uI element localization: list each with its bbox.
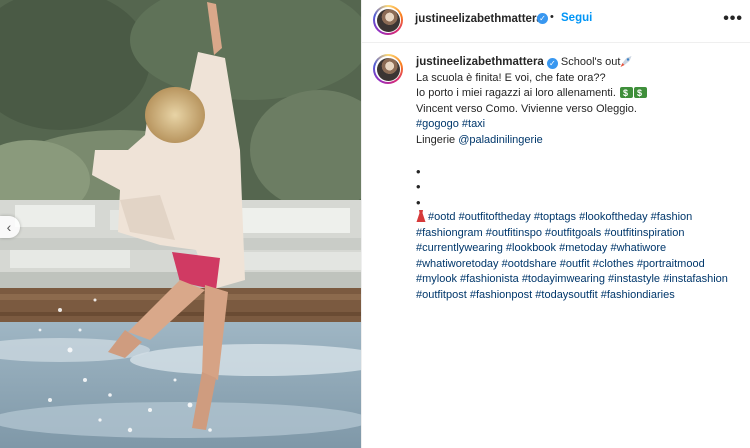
verified-badge-icon: ✓: [537, 13, 548, 24]
caption-line-4: Vincent verso Como. Vivienne verso Olegg…: [416, 102, 637, 115]
lingerie-label: Lingerie: [416, 133, 456, 146]
hashtag-link[interactable]: #instastyle: [608, 273, 660, 285]
hashtag-link[interactable]: #fashion: [651, 211, 693, 223]
hashtag-link[interactable]: #gogogo: [416, 118, 459, 130]
caption-username[interactable]: justineelizabethmattera: [416, 56, 544, 68]
hashtag-link[interactable]: #fashiongram: [416, 227, 483, 239]
hashtag-link[interactable]: #fashiondiaries: [601, 289, 675, 301]
post-header: justineelizabethmattera ✓ • Segui •••: [362, 0, 750, 43]
bullet-dot: •: [416, 179, 421, 194]
rocket-emoji: [620, 56, 632, 67]
hashtag-link[interactable]: #lookbook: [506, 242, 556, 254]
caption-line-1: School's out: [560, 56, 621, 68]
hashtag-link[interactable]: #fashionpost: [470, 289, 532, 301]
hashtag-link[interactable]: #outfitpost: [416, 289, 467, 301]
bullet-dot: •: [416, 163, 421, 179]
hashtag-link[interactable]: #portraitmood: [637, 258, 705, 270]
hashtag-link[interactable]: #todaysoutfit: [535, 289, 597, 301]
hashtag-link[interactable]: #whatiworetoday: [416, 258, 499, 270]
hashtag-link[interactable]: #taxi: [462, 118, 485, 130]
header-username[interactable]: justineelizabethmattera: [415, 13, 543, 25]
hashtag-link[interactable]: #outfitoftheday: [459, 211, 531, 223]
post-photo[interactable]: ‹: [0, 0, 361, 448]
money-emoji: [620, 86, 633, 102]
mention-link[interactable]: @paladinilingerie: [458, 134, 543, 146]
hashtag-link[interactable]: #outfitgoals: [545, 227, 601, 239]
caption-line-2: La scuola è finita! E voi, che fate ora?…: [416, 71, 606, 84]
verified-badge-icon: ✓: [546, 58, 558, 69]
spacer-line: [416, 148, 746, 164]
bullet-dot: •: [416, 194, 421, 210]
hashtag-link[interactable]: #outfitinspiration: [604, 227, 684, 239]
hashtag-link[interactable]: #outfitinspo: [486, 227, 542, 239]
hashtag-link[interactable]: #todayimwearing: [522, 273, 605, 285]
hashtag-link[interactable]: #clothes: [593, 258, 634, 270]
avatar[interactable]: [373, 5, 403, 35]
hashtag-link[interactable]: #instafashion: [663, 273, 728, 285]
hashtag-link[interactable]: #ootdshare: [502, 258, 557, 270]
caption-avatar[interactable]: [373, 54, 403, 84]
chevron-left-icon: ‹: [6, 219, 12, 235]
post-side-panel: justineelizabethmattera ✓ • Segui ••• ju…: [361, 0, 750, 448]
caption-line-3: Io porto i miei ragazzi ai loro allename…: [416, 87, 616, 99]
caption-text: justineelizabethmattera ✓ School's out La…: [416, 55, 746, 303]
hashtag-link[interactable]: #mylook: [416, 273, 457, 285]
follow-button[interactable]: Segui: [561, 12, 592, 24]
hashtag-link[interactable]: #lookoftheday: [579, 211, 648, 223]
hashtag-link[interactable]: #toptags: [534, 211, 576, 223]
more-options-icon[interactable]: •••: [723, 10, 743, 28]
hashtag-link[interactable]: #metoday: [559, 242, 607, 254]
hashtag-link[interactable]: #fashionista: [460, 273, 519, 285]
dress-emoji: [416, 210, 426, 222]
hashtag-link[interactable]: #currentlywearing: [416, 242, 503, 254]
hashtag-link[interactable]: #ootd: [428, 211, 456, 223]
hashtag-link[interactable]: #outfit: [560, 258, 590, 270]
beach-photo-image: [0, 0, 361, 448]
separator-dot: •: [550, 11, 554, 23]
hashtag-link[interactable]: #whatiwore: [610, 242, 666, 254]
money-emoji: [634, 86, 647, 102]
